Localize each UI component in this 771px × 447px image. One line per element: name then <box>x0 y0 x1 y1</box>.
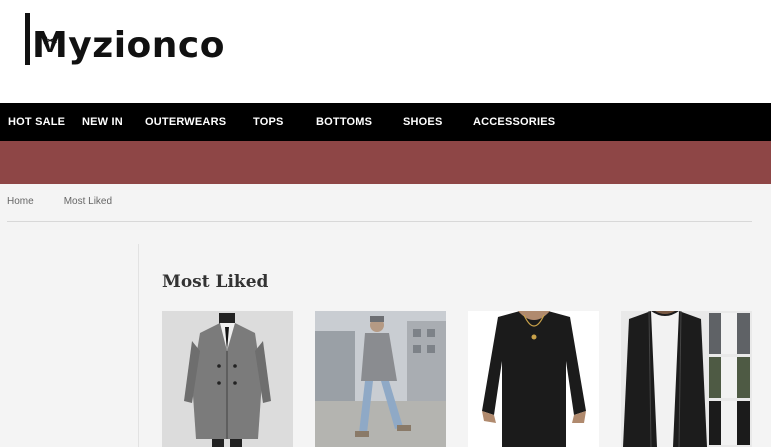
nav-item-tops[interactable]: TOPS <box>253 103 284 141</box>
product-card[interactable] <box>315 311 446 447</box>
divider <box>7 221 752 222</box>
product-image[interactable] <box>315 311 446 447</box>
brand-logo[interactable]: ✂ Myzionco <box>25 8 225 70</box>
main-nav: HOT SALE NEW IN OUTERWEARS TOPS BOTTOMS … <box>0 103 771 141</box>
product-card[interactable] <box>621 311 752 447</box>
nav-item-shoes[interactable]: SHOES <box>403 103 443 141</box>
brand-name: Myzionco <box>31 24 225 66</box>
nav-item-bottoms[interactable]: BOTTOMS <box>316 103 372 141</box>
breadcrumb: Home Most Liked <box>7 196 112 207</box>
nav-item-outerwears[interactable]: OUTERWEARS <box>145 103 226 141</box>
nav-item-new-in[interactable]: NEW IN <box>82 103 123 141</box>
product-image[interactable] <box>621 311 752 447</box>
nav-item-hot-sale[interactable]: HOT SALE <box>8 103 65 141</box>
page-title: Most Liked <box>162 272 269 292</box>
nav-item-accessories[interactable]: ACCESSORIES <box>473 103 555 141</box>
main-content: Home Most Liked Most Liked <box>0 184 771 447</box>
product-card[interactable] <box>468 311 599 447</box>
site-header: ✂ Myzionco <box>0 0 771 103</box>
breadcrumb-home[interactable]: Home <box>7 196 34 207</box>
breadcrumb-current: Most Liked <box>63 196 113 207</box>
product-image[interactable] <box>468 311 599 447</box>
product-card[interactable] <box>162 311 293 447</box>
scissors-icon: ✂ <box>43 31 59 52</box>
product-image[interactable] <box>162 311 293 447</box>
logo-mark-icon: ✂ <box>25 13 58 65</box>
sidebar-divider <box>138 244 139 447</box>
promo-banner[interactable] <box>0 141 771 184</box>
